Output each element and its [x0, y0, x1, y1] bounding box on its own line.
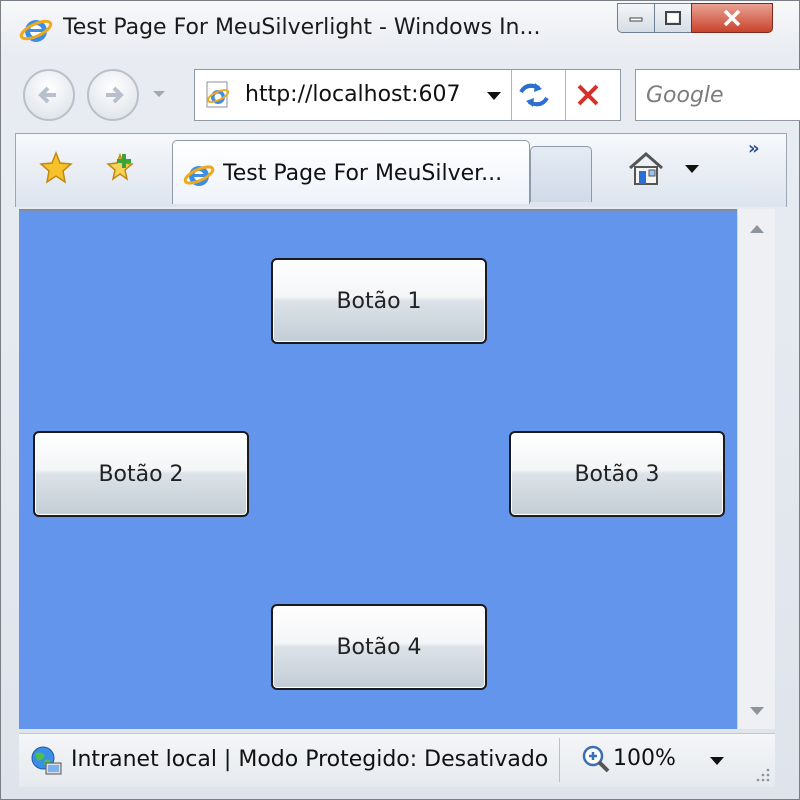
refresh-icon[interactable] — [517, 80, 551, 110]
forward-arrow-icon — [106, 86, 124, 104]
more-tools-chevron-icon[interactable]: » — [748, 138, 760, 159]
browser-window: Test Page For MeuSilverlight - Windows I… — [0, 0, 800, 800]
tab-bar: Test Page For MeuSilver... » — [15, 133, 787, 207]
resize-grip-icon[interactable] — [755, 767, 771, 783]
address-dropdown-icon[interactable] — [485, 90, 503, 102]
back-arrow-icon — [38, 86, 56, 104]
recent-pages-dropdown-icon[interactable] — [151, 89, 167, 99]
close-icon — [723, 9, 741, 27]
minimize-icon — [629, 17, 643, 22]
button-3[interactable]: Botão 3 — [509, 431, 725, 517]
tab-label: Test Page For MeuSilver... — [223, 161, 503, 186]
title-bar: Test Page For MeuSilverlight - Windows I… — [1, 1, 799, 59]
scroll-up-arrow-icon[interactable] — [748, 223, 766, 235]
new-tab-button[interactable] — [530, 146, 592, 202]
zoom-magnifier-icon[interactable] — [581, 744, 611, 774]
button-4[interactable]: Botão 4 — [271, 604, 487, 690]
button-1[interactable]: Botão 1 — [271, 258, 487, 344]
security-zone-text: Intranet local | Modo Protegido: Desativ… — [71, 747, 549, 772]
search-box[interactable] — [635, 69, 800, 121]
maximize-button[interactable] — [654, 3, 692, 33]
address-input[interactable]: http://localhost:607 — [245, 82, 470, 107]
home-icon[interactable] — [626, 148, 666, 188]
add-favorite-icon[interactable] — [102, 150, 138, 186]
search-input[interactable] — [646, 80, 796, 110]
intranet-globe-icon — [31, 746, 62, 775]
separator — [559, 738, 560, 782]
ie-icon — [19, 19, 53, 42]
home-dropdown-icon[interactable] — [684, 164, 700, 174]
maximize-icon — [665, 11, 681, 25]
address-bar[interactable]: http://localhost:607 — [194, 69, 621, 121]
favorites-star-icon[interactable] — [38, 150, 74, 186]
page-ie-icon — [206, 81, 230, 108]
window-controls — [617, 3, 773, 33]
close-button[interactable] — [691, 3, 773, 33]
navigation-bar: http://localhost:607 — [1, 59, 800, 133]
separator — [511, 70, 512, 120]
zoom-dropdown-icon[interactable] — [709, 756, 725, 766]
stop-icon[interactable] — [573, 80, 603, 110]
window-title: Test Page For MeuSilverlight - Windows I… — [63, 15, 541, 40]
button-2[interactable]: Botão 2 — [33, 431, 249, 517]
vertical-scrollbar[interactable] — [737, 209, 775, 729]
tab-test-page[interactable]: Test Page For MeuSilver... — [172, 140, 530, 204]
separator — [565, 70, 566, 120]
zoom-level[interactable]: 100% — [613, 746, 676, 771]
ie-icon — [183, 165, 215, 186]
silverlight-content: Botão 1 Botão 2 Botão 3 Botão 4 — [19, 209, 737, 729]
minimize-button[interactable] — [617, 3, 655, 33]
scroll-down-arrow-icon[interactable] — [748, 705, 766, 717]
back-button[interactable] — [23, 69, 75, 121]
status-bar: Intranet local | Modo Protegido: Desativ… — [19, 733, 775, 787]
forward-button[interactable] — [87, 69, 139, 121]
